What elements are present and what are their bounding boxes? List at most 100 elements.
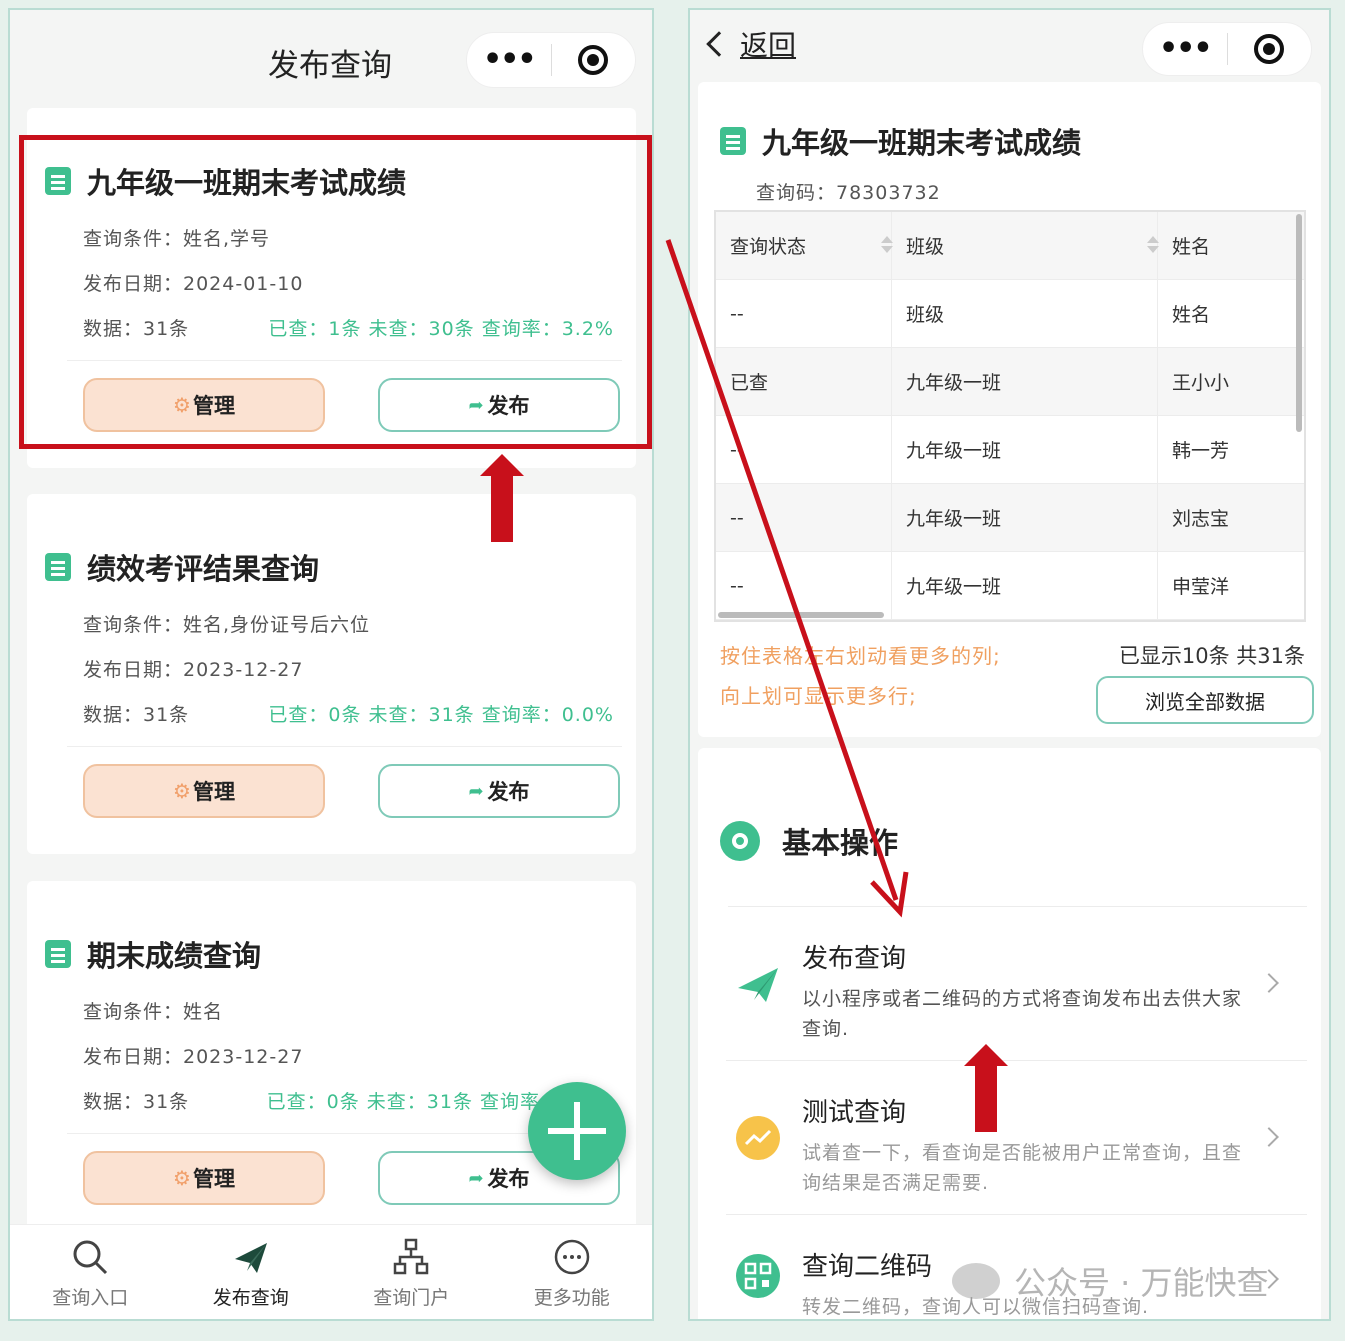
back-label: 返回: [740, 29, 797, 62]
chevron-right-icon: [1259, 1127, 1279, 1147]
close-miniprogram-button[interactable]: [552, 45, 636, 75]
table-cell: 王小小: [1172, 372, 1230, 394]
card-conditions: 查询条件：姓名,学号: [83, 228, 271, 250]
tab-query-portal[interactable]: 查询门户: [331, 1225, 492, 1319]
item-name: 查询二维码: [802, 1252, 933, 1282]
card-stats: 已查：1条 未查：30条 查询率：3.2%: [268, 318, 614, 340]
chevron-right-icon: [1259, 973, 1279, 993]
tab-query-entry[interactable]: 查询入口: [10, 1225, 171, 1319]
table-row: 已查 九年级一班 王小小: [716, 348, 1304, 416]
query-detail-card: 九年级一班期末考试成绩 查询码：78303732 查询状态 班级 姓名 -- 班…: [698, 82, 1321, 737]
trend-icon: [736, 1116, 780, 1160]
table-row: -- 九年级一班 韩一芳: [716, 416, 1304, 484]
table-row: -- 九年级一班 申莹洋: [716, 552, 1304, 620]
tab-label: 发布查询: [212, 1287, 289, 1309]
search-icon: [73, 1240, 108, 1275]
gear-icon: ⚙: [173, 1166, 191, 1190]
document-icon: [45, 940, 71, 968]
card-title: 期末成绩查询: [45, 933, 261, 975]
close-miniprogram-button[interactable]: [1228, 34, 1312, 64]
table-header-row: 查询状态 班级 姓名: [716, 212, 1304, 280]
target-icon: [1254, 34, 1285, 64]
paper-plane-icon: [736, 962, 780, 1006]
card-divider: [67, 360, 622, 361]
divider: [726, 1060, 1307, 1061]
divider: [728, 906, 1307, 907]
gear-icon: ⚙: [173, 393, 191, 417]
table-cell: --: [716, 484, 892, 551]
document-icon: [45, 167, 71, 195]
publish-button-label: 发布: [487, 780, 530, 804]
manage-button[interactable]: ⚙ 管理: [83, 378, 325, 432]
watermark-text: 公众号 · 万能快查: [1014, 1264, 1269, 1302]
card-stats: 已查：0条 未查：31条 查询率: [266, 1091, 540, 1113]
publish-button[interactable]: ➦ 发布: [378, 764, 620, 818]
scroll-hint: 向上划可显示更多行;: [720, 684, 917, 708]
add-query-fab-plus-icon[interactable]: [528, 1082, 626, 1180]
table-cell: 韩一芳: [1172, 440, 1230, 462]
more-menu-icon[interactable]: •••: [1143, 21, 1227, 77]
horizontal-scrollbar[interactable]: [718, 612, 884, 618]
gear-icon: ⚙: [173, 779, 191, 803]
column-header-status[interactable]: 查询状态: [716, 212, 893, 279]
table-cell: 已查: [716, 348, 892, 415]
back-button[interactable]: 返回: [704, 24, 796, 64]
manage-button[interactable]: ⚙ 管理: [83, 764, 325, 818]
card-date: 发布日期：2023-12-27: [83, 1046, 304, 1068]
right-phone-screen: 返回 ••• 九年级一班期末考试成绩 查询码：78303732 查询状态 班级 …: [688, 8, 1331, 1321]
table-cell: --: [716, 552, 892, 619]
vertical-scrollbar[interactable]: [1296, 214, 1302, 432]
browse-all-button[interactable]: 浏览全部数据: [1096, 676, 1314, 724]
table-cell: 班级: [892, 280, 1158, 347]
document-icon: [720, 127, 746, 155]
table-cell: 刘志宝: [1172, 508, 1230, 530]
more-menu-icon[interactable]: •••: [467, 32, 551, 88]
tab-publish-query[interactable]: 发布查询: [171, 1225, 332, 1319]
share-arrow-icon: ➦: [468, 1167, 484, 1189]
document-icon: [45, 553, 71, 581]
query-code: 查询码：78303732: [756, 182, 941, 204]
table-cell: --: [716, 280, 892, 347]
wechat-logo-icon: [952, 1263, 1000, 1299]
table-row: -- 九年级一班 刘志宝: [716, 484, 1304, 552]
publish-button[interactable]: ➦ 发布: [378, 378, 620, 432]
manage-button-label: 管理: [192, 1167, 235, 1191]
detail-title-text: 九年级一班期末考试成绩: [762, 126, 1082, 160]
tab-more-functions[interactable]: 更多功能: [492, 1225, 653, 1319]
publish-button-label: 发布: [487, 394, 530, 418]
left-phone-screen: 发布查询 ••• 九年级一班期末考试成绩 查询条件：姓名,学号 发布日期：202…: [8, 8, 654, 1321]
table-cell: --: [716, 416, 892, 483]
card-date: 发布日期：2024-01-10: [83, 273, 304, 295]
card-conditions: 查询条件：姓名,身份证号后六位: [83, 614, 371, 636]
query-card: 九年级一班期末考试成绩 查询条件：姓名,学号 发布日期：2024-01-10 数…: [27, 108, 636, 468]
org-chart-icon: [394, 1238, 429, 1275]
card-title-text: 期末成绩查询: [87, 939, 262, 973]
table-row: -- 班级 姓名: [716, 280, 1304, 348]
card-title-text: 九年级一班期末考试成绩: [87, 166, 407, 200]
manage-button[interactable]: ⚙ 管理: [83, 1151, 325, 1205]
card-divider: [67, 746, 622, 747]
swipe-hint: 按住表格左右划动看更多的列;: [720, 644, 1001, 668]
more-circle-icon: [554, 1239, 589, 1275]
tab-label: 更多功能: [533, 1287, 610, 1309]
card-title: 绩效考评结果查询: [45, 546, 319, 588]
manage-button-label: 管理: [192, 780, 235, 804]
gear-icon: [720, 821, 760, 861]
basic-operations-card: 基本操作 发布查询 以小程序或者二维码的方式将查询发布出去供大家查询. 测试查询…: [698, 748, 1321, 1319]
table-cell: 九年级一班: [892, 348, 1158, 415]
publish-button-label: 发布: [487, 1167, 530, 1191]
card-count: 数据：31条: [83, 704, 190, 726]
paper-plane-icon: [234, 1243, 267, 1273]
item-desc: 试着查一下，看查询是否能被用户正常查询，且查询结果是否满足需要.: [802, 1142, 1243, 1194]
card-title: 九年级一班期末考试成绩: [45, 160, 406, 202]
column-header-class[interactable]: 班级: [892, 212, 1159, 279]
watermark: 公众号 · 万能快查: [952, 1258, 1269, 1304]
data-table[interactable]: 查询状态 班级 姓名 -- 班级 姓名 已查 九年级一班 王小小 -- 九年级一…: [714, 210, 1306, 622]
header-label: 班级: [906, 236, 945, 258]
card-stats: 已查：0条 未查：31条 查询率：0.0%: [268, 704, 614, 726]
card-title-text: 绩效考评结果查询: [87, 552, 320, 586]
share-arrow-icon: ➦: [468, 780, 484, 802]
column-header-name[interactable]: 姓名: [1158, 212, 1304, 279]
card-conditions: 查询条件：姓名: [83, 1001, 224, 1023]
qrcode-icon: [736, 1254, 780, 1298]
